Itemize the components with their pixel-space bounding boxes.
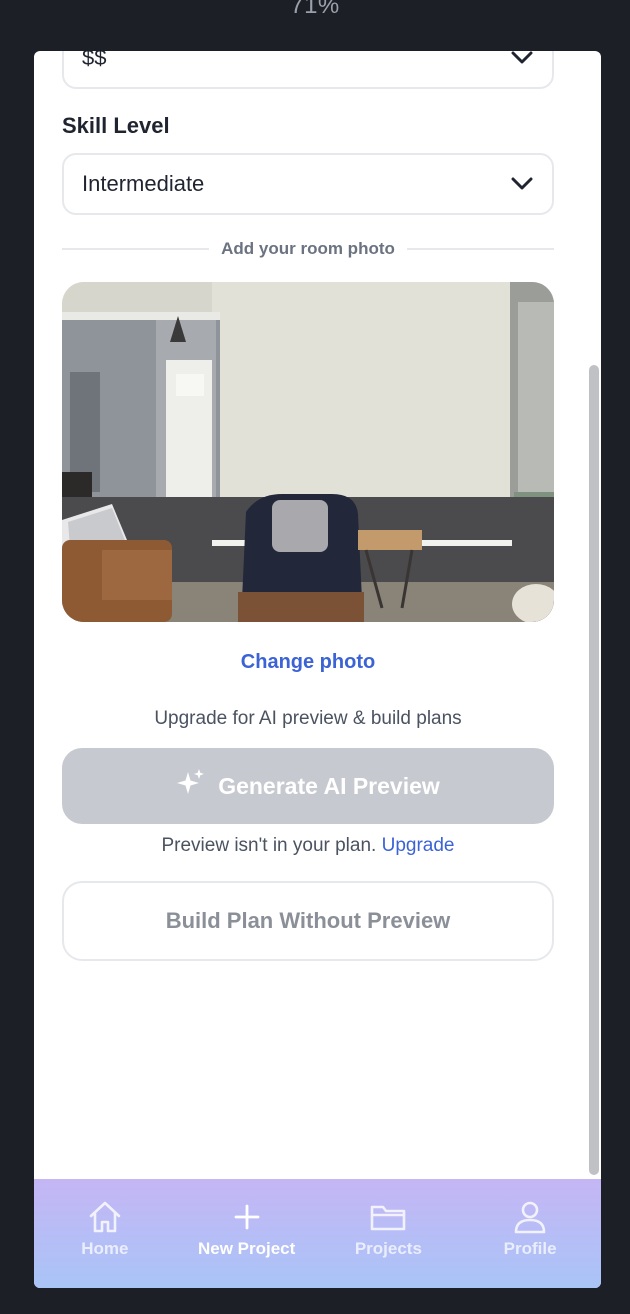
upgrade-note: Upgrade for AI preview & build plans — [154, 708, 462, 729]
plus-icon — [232, 1199, 262, 1235]
chevron-down-icon — [510, 172, 534, 196]
upgrade-link[interactable]: Upgrade — [382, 835, 455, 856]
form-scroll-area[interactable]: $$ Skill Level Intermediate Add your roo… — [34, 51, 601, 1179]
tab-home-label: Home — [81, 1239, 129, 1258]
divider-line — [62, 248, 210, 250]
generate-button-label: Generate AI Preview — [218, 772, 440, 799]
folder-icon — [369, 1199, 407, 1235]
build-plan-without-preview-button[interactable]: Build Plan Without Preview — [62, 881, 554, 961]
budget-select[interactable]: $$ — [62, 51, 554, 89]
tab-projects-label: Projects — [354, 1239, 422, 1258]
sparkle-icon — [176, 768, 206, 804]
battery-percentage: 71% — [290, 0, 340, 19]
change-photo-link[interactable]: Change photo — [34, 651, 582, 674]
tab-new-project-label: New Project — [197, 1239, 296, 1258]
bottom-tab-bar: Home New Project Projects Profile — [34, 1179, 601, 1288]
photo-section-title: Add your room photo — [221, 239, 395, 258]
skill-level-select[interactable]: Intermediate — [62, 153, 554, 215]
user-icon — [513, 1199, 547, 1235]
tab-profile-label: Profile — [503, 1239, 557, 1258]
plan-note: Preview isn't in your plan. Upgrade — [34, 835, 582, 857]
tab-projects[interactable]: Projects — [318, 1179, 460, 1288]
tab-home[interactable]: Home — [34, 1179, 176, 1288]
plan-note-text: Preview isn't in your plan. — [161, 835, 377, 856]
budget-value: $$ — [82, 51, 107, 70]
chevron-down-icon — [510, 51, 534, 70]
skill-level-value: Intermediate — [82, 171, 205, 196]
skill-level-label: Skill Level — [62, 113, 170, 138]
generate-ai-preview-button[interactable]: Generate AI Preview — [62, 748, 554, 824]
tab-new-project[interactable]: New Project — [176, 1179, 318, 1288]
room-photo — [62, 282, 554, 622]
home-icon — [87, 1199, 123, 1235]
app-frame: $$ Skill Level Intermediate Add your roo… — [34, 51, 601, 1288]
divider-line — [406, 248, 555, 250]
tab-profile[interactable]: Profile — [459, 1179, 601, 1288]
scrollbar[interactable] — [589, 365, 599, 1175]
photo-section-divider: Add your room photo — [62, 237, 555, 261]
